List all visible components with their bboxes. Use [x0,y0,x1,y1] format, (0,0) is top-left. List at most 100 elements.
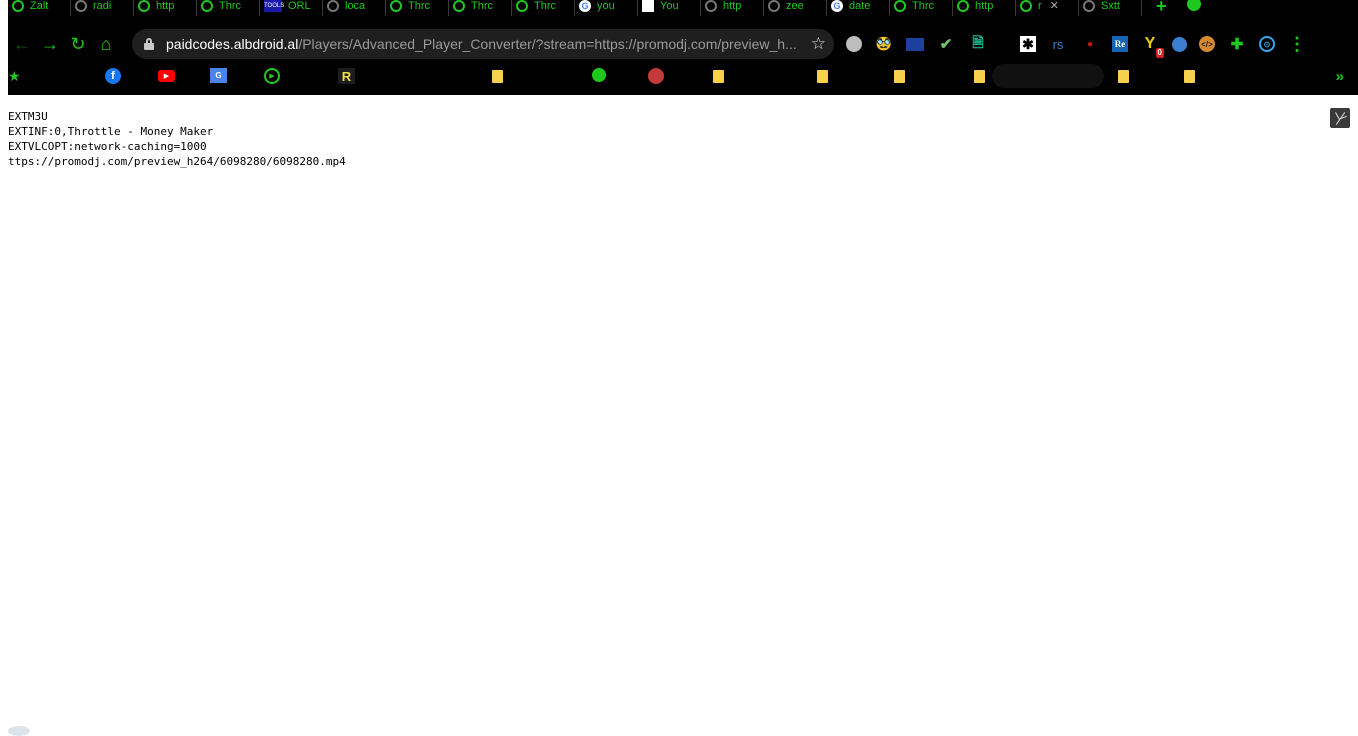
tab-15[interactable]: Thrc [890,0,953,16]
tab-label: r [1038,0,1042,12]
tab-14[interactable]: Gdate [827,0,890,16]
youtube-icon[interactable]: ▶ [158,70,175,82]
play-icon [390,0,402,12]
profile-icon[interactable] [1186,0,1201,11]
globe-extension-icon[interactable] [846,36,862,52]
yandex-icon[interactable]: Y0 [1140,34,1164,58]
back-button[interactable]: ← [8,30,36,58]
play-icon [138,0,150,12]
new-tab-button[interactable]: + [1156,0,1167,15]
globe-icon [327,0,339,12]
tab-17-active[interactable]: r ✕ [1016,0,1079,16]
code-icon[interactable]: </> [1199,36,1215,52]
tab-5[interactable]: TOOLS ORL [260,0,323,16]
tab-11[interactable]: You [638,0,701,16]
red-round-icon[interactable] [648,68,664,84]
note-icon[interactable] [1184,70,1195,83]
reload-button[interactable]: ↻ [64,30,92,58]
note-icon[interactable] [1118,70,1129,83]
browser-chrome: Zalt radi http Thrc TOOLS ORL loca Thrc T… [8,0,1358,95]
earth-icon[interactable] [592,68,606,82]
facebook-icon[interactable]: f [105,68,121,84]
toolbar: ← → ↻ ⌂ paidcodes.albdroid.al/Players/Ad… [8,29,1358,59]
incognito-mask-icon[interactable]: 🥸 [874,34,894,54]
tab-4[interactable]: Thrc [197,0,260,16]
address-bar[interactable]: paidcodes.albdroid.al/Players/Advanced_P… [132,29,834,59]
url-text[interactable]: paidcodes.albdroid.al/Players/Advanced_P… [166,36,806,52]
check-shield-icon[interactable]: ✔ [936,34,956,54]
tab-label: Thrc [471,0,493,12]
play-icon [957,0,969,12]
home-button[interactable]: ⌂ [92,30,120,58]
feather-extension-icon[interactable] [1330,108,1350,128]
note-icon[interactable] [817,70,828,83]
tab-label: You [660,0,679,12]
tab-13[interactable]: zee [764,0,827,16]
r-bookmark-icon[interactable]: R [338,68,355,84]
play-icon [894,0,906,12]
tab-label: Thrc [912,0,934,12]
play-icon[interactable]: ▶ [264,68,280,84]
tab-12[interactable]: http [701,0,764,16]
tab-label: Thrc [219,0,241,12]
tab-label: Thrc [534,0,556,12]
content-line: EXTVLCOPT:network-caching=1000 [8,140,207,153]
content-line: EXTM3U [8,110,48,123]
bookmarks-bar: ★ f ▶ G ▶ R » [8,64,1358,88]
tab-16[interactable]: http [953,0,1016,16]
google-icon: G [579,0,591,12]
menu-kebab-icon[interactable]: ⋮ [1287,34,1307,54]
google-translate-icon[interactable]: G [210,68,227,83]
tab-1[interactable]: Zalt [8,0,71,16]
tab-label: loca [345,0,366,12]
loading-icon [768,0,780,12]
bookmark-folder[interactable] [992,64,1104,88]
bookmark-star-icon[interactable]: ☆ [811,34,826,54]
tab-label: http [156,0,175,12]
document-icon[interactable]: 🗎 [968,34,988,54]
tab-label: date [849,0,871,12]
play-icon [201,0,213,12]
blank-page-icon [642,0,654,12]
asterisk-icon[interactable]: ✱ [1020,36,1036,52]
extensions-puzzle-icon[interactable]: ✚ [1227,34,1247,54]
content-line: EXTINF:0,Throttle - Money Maker [8,125,214,138]
note-icon[interactable] [974,70,985,83]
content-line: ttps://promodj.com/preview_h264/6098280/… [8,155,346,168]
more-bookmarks-icon[interactable]: » [1336,68,1344,85]
tab-label: zee [786,0,804,12]
url-host: paidcodes.albdroid.al [166,36,299,52]
page-content: EXTM3U EXTINF:0,Throttle - Money Maker EXT… [8,109,346,169]
note-icon[interactable] [713,70,724,83]
red-dot-icon[interactable]: ● [1080,34,1100,54]
tab-label: http [975,0,994,12]
target-icon[interactable]: ⊙ [1259,36,1275,52]
earth-icon[interactable] [1172,36,1187,52]
google-icon: G [831,0,843,12]
scroll-indicator [8,726,30,736]
re-extension-icon[interactable]: Re [1112,36,1128,52]
globe-icon [705,0,717,12]
forward-button[interactable]: → [36,30,64,58]
tab-10[interactable]: Gyou [575,0,638,16]
tab-8[interactable]: Thrc [449,0,512,16]
loading-icon [1083,0,1095,12]
tab-label: Zalt [30,0,49,12]
tab-18[interactable]: Sxtt [1079,0,1142,16]
tab-label: radi [93,0,112,12]
note-icon[interactable] [492,70,503,83]
mail-icon[interactable] [906,37,924,51]
bookmark-star-icon[interactable]: ★ [8,68,21,84]
tab-label: Sxtt [1101,0,1120,12]
note-icon[interactable] [894,70,905,83]
tools-icon: TOOLS [264,0,284,12]
close-tab-icon[interactable]: ✕ [1050,0,1059,12]
tab-6[interactable]: loca [323,0,386,16]
tab-2[interactable]: radi [71,0,134,16]
notification-badge: 0 [1155,48,1164,58]
lock-icon[interactable] [144,38,154,50]
tab-7[interactable]: Thrc [386,0,449,16]
tab-3[interactable]: http [134,0,197,16]
tab-9[interactable]: Thrc [512,0,575,16]
rs-extension-icon[interactable]: rs [1048,34,1068,54]
